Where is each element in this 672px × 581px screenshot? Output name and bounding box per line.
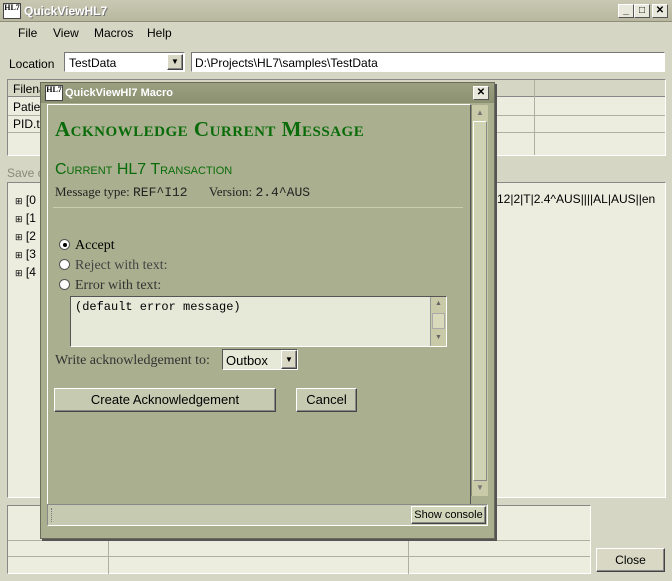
error-text-value: (default error message) xyxy=(75,300,241,314)
message-snippet: 12|2|T|2.4^AUS||||AL|AUS||en xyxy=(497,192,656,206)
dialog-status-bar: Show console xyxy=(47,504,488,526)
message-type-label: Message type: xyxy=(55,184,130,199)
accept-label[interactable]: Accept xyxy=(75,238,115,254)
location-value: TestData xyxy=(69,56,117,70)
menu-help[interactable]: Help xyxy=(147,26,172,40)
accept-radio[interactable] xyxy=(59,239,70,250)
dialog-scrollbar[interactable]: ▲ ▼ xyxy=(471,105,488,496)
transaction-info: Message type: REF^I12 Version: 2.4^AUS xyxy=(55,184,310,200)
grid-line xyxy=(408,540,409,574)
dialog-title: QuickViewHl7 Macro xyxy=(65,87,174,99)
grid-line xyxy=(108,540,109,574)
version-label: Version: xyxy=(208,184,253,199)
dialog-heading: Acknowledge Current Message xyxy=(55,117,365,141)
path-field[interactable]: D:\Projects\HL7\samples\TestData xyxy=(191,52,665,72)
version-value: 2.4^AUS xyxy=(255,185,311,200)
tree-item[interactable]: ⊞ [4 xyxy=(15,265,36,279)
write-target-select[interactable]: Outbox ▼ xyxy=(222,349,298,370)
scroll-thumb[interactable] xyxy=(432,313,445,329)
scroll-up-icon[interactable]: ▲ xyxy=(476,108,484,117)
create-ack-button[interactable]: Create Acknowledgement xyxy=(54,388,276,412)
scroll-down-icon[interactable]: ▼ xyxy=(476,483,484,492)
error-label[interactable]: Error with text: xyxy=(75,278,161,294)
column-divider xyxy=(534,80,535,155)
scroll-down-icon[interactable]: ▼ xyxy=(435,334,442,341)
tree-item[interactable]: ⊞ [2 xyxy=(15,229,36,243)
location-label: Location xyxy=(9,57,55,71)
expand-icon[interactable]: ⊞ xyxy=(15,214,23,224)
message-type-value: REF^I12 xyxy=(132,185,188,200)
menu-view[interactable]: View xyxy=(53,26,79,40)
scroll-up-icon[interactable]: ▲ xyxy=(435,300,442,307)
chevron-down-icon[interactable]: ▼ xyxy=(281,350,297,369)
tree-item[interactable]: ⊞ [3 xyxy=(15,247,36,261)
dialog-logo: HL7 xyxy=(45,85,63,101)
close-window-button[interactable]: ✕ xyxy=(652,4,668,18)
path-value: D:\Projects\HL7\samples\TestData xyxy=(195,56,378,70)
divider xyxy=(53,207,463,208)
close-button[interactable]: Close xyxy=(596,548,665,572)
tree-item[interactable]: ⊞ [1 xyxy=(15,211,36,225)
expand-icon[interactable]: ⊞ xyxy=(15,268,23,278)
write-target-value: Outbox xyxy=(226,353,268,368)
grid-line xyxy=(8,540,590,541)
app-logo: HL7 xyxy=(3,3,21,19)
location-select[interactable]: TestData ▼ xyxy=(64,52,185,72)
error-radio[interactable] xyxy=(59,279,70,290)
section-title: Current HL7 Transaction xyxy=(55,161,233,178)
expand-icon[interactable]: ⊞ xyxy=(15,250,23,260)
tree-item[interactable]: ⊞ [0 xyxy=(15,193,36,207)
chevron-down-icon[interactable]: ▼ xyxy=(167,54,183,70)
textarea-scrollbar[interactable]: ▲ ▼ xyxy=(430,297,446,346)
dialog-close-icon[interactable]: ✕ xyxy=(473,86,489,100)
resize-grip xyxy=(51,508,54,522)
window-title: QuickViewHL7 xyxy=(24,4,108,18)
expand-icon[interactable]: ⊞ xyxy=(15,196,23,206)
minimize-button[interactable]: _ xyxy=(618,4,634,18)
radio-dot xyxy=(63,243,67,247)
reject-label[interactable]: Reject with text: xyxy=(75,258,168,274)
scroll-thumb[interactable] xyxy=(473,121,487,481)
show-console-button[interactable]: Show console xyxy=(411,506,486,524)
save-label: Save c xyxy=(7,166,44,180)
cancel-button[interactable]: Cancel xyxy=(296,388,357,412)
error-text-area[interactable]: (default error message) ▲ ▼ xyxy=(70,296,447,347)
menu-macros[interactable]: Macros xyxy=(94,26,133,40)
grid-line xyxy=(8,556,590,557)
reject-radio[interactable] xyxy=(59,259,70,270)
menu-file[interactable]: File xyxy=(18,26,37,40)
write-label: Write acknowledgement to: xyxy=(55,353,210,368)
macro-dialog: HL7 QuickViewHl7 Macro ✕ Acknowledge Cur… xyxy=(40,82,495,539)
expand-icon[interactable]: ⊞ xyxy=(15,232,23,242)
maximize-button[interactable]: □ xyxy=(634,4,650,18)
